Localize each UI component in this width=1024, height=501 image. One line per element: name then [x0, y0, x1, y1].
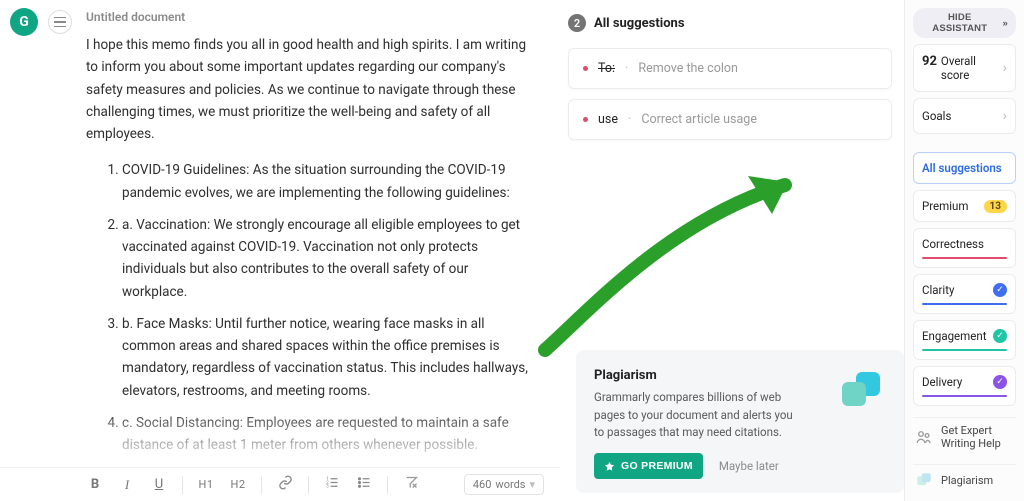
plagiarism-link[interactable]: Plagiarism [913, 464, 1016, 495]
divider [261, 476, 262, 494]
h1-button[interactable]: H1 [197, 478, 215, 491]
bold-button[interactable]: B [86, 477, 104, 492]
divider [182, 476, 183, 494]
suggestion-count-badge: 2 [568, 14, 586, 32]
clear-format-button[interactable] [402, 475, 420, 494]
correctness-dot-icon [583, 117, 588, 122]
document-title[interactable]: Untitled document [86, 10, 532, 24]
tab-correctness[interactable]: Correctness [913, 228, 1016, 268]
suggestions-header: 2 All suggestions [568, 14, 892, 32]
premium-count-badge: 13 [984, 200, 1007, 213]
correctness-dot-icon [583, 66, 588, 71]
doc-list-item[interactable]: COVID-19 Guidelines: As the situation su… [122, 159, 532, 204]
format-toolbar: B I U H1 H2 123 460 words [0, 467, 560, 501]
hide-assistant-button[interactable]: HIDE ASSISTANT» [913, 8, 1016, 38]
suggestion-card[interactable]: use · Correct article usage [568, 99, 892, 140]
go-premium-button[interactable]: GO PREMIUM [594, 453, 703, 479]
suggestion-term: use [598, 112, 618, 127]
doc-list-item[interactable]: a. Vaccination: We strongly encourage al… [122, 214, 532, 303]
check-icon: ✓ [993, 283, 1007, 297]
doc-list-item[interactable]: b. Face Masks: Until further notice, wea… [122, 313, 532, 402]
chevron-right-icon: » [1003, 18, 1008, 29]
grammarly-logo-icon[interactable]: G [10, 8, 38, 36]
category-underline [922, 303, 1007, 305]
divider [387, 476, 388, 494]
suggestion-card[interactable]: To: · Remove the colon [568, 48, 892, 89]
underline-button[interactable]: U [150, 477, 168, 492]
bullet-list-button[interactable] [355, 475, 373, 494]
overall-score-panel[interactable]: 92Overall score › [913, 44, 1016, 92]
tab-delivery[interactable]: Delivery ✓ [913, 366, 1016, 406]
chevron-right-icon: › [1003, 60, 1007, 76]
link-button[interactable] [276, 475, 294, 494]
document-body[interactable]: I hope this memo finds you all in good h… [86, 34, 532, 501]
tab-clarity[interactable]: Clarity ✓ [913, 274, 1016, 314]
tab-all-suggestions[interactable]: All suggestions [913, 152, 1016, 184]
word-count[interactable]: 460 words ▾ [464, 474, 544, 495]
suggestion-term: To: [598, 61, 615, 76]
suggestion-hint: Remove the colon [638, 61, 737, 76]
check-icon: ✓ [993, 329, 1007, 343]
category-underline [922, 395, 1007, 397]
svg-text:3: 3 [326, 485, 329, 490]
doc-list-item[interactable]: c. Social Distancing: Employees are requ… [122, 412, 532, 457]
goals-panel[interactable]: Goals › [913, 98, 1016, 134]
doc-paragraph[interactable]: I hope this memo finds you all in good h… [86, 34, 532, 145]
expert-help-link[interactable]: Get ExpertWriting Help [913, 417, 1016, 456]
category-underline [922, 257, 1007, 259]
chevron-right-icon: › [1003, 108, 1007, 124]
plagiarism-promo: Plagiarism Grammarly compares billions o… [576, 350, 904, 493]
tab-engagement[interactable]: Engagement ✓ [913, 320, 1016, 360]
suggestion-hint: Correct article usage [641, 112, 757, 127]
italic-button[interactable]: I [118, 477, 136, 493]
category-underline [922, 349, 1007, 351]
promo-body: Grammarly compares billions of web pages… [594, 389, 804, 441]
tab-premium[interactable]: Premium 13 [913, 190, 1016, 222]
divider [308, 476, 309, 494]
menu-icon[interactable] [48, 10, 72, 34]
numbered-list-button[interactable]: 123 [323, 475, 341, 494]
check-icon: ✓ [993, 375, 1007, 389]
maybe-later-link[interactable]: Maybe later [719, 459, 779, 473]
h2-button[interactable]: H2 [229, 478, 247, 491]
plagiarism-icon [842, 372, 882, 412]
